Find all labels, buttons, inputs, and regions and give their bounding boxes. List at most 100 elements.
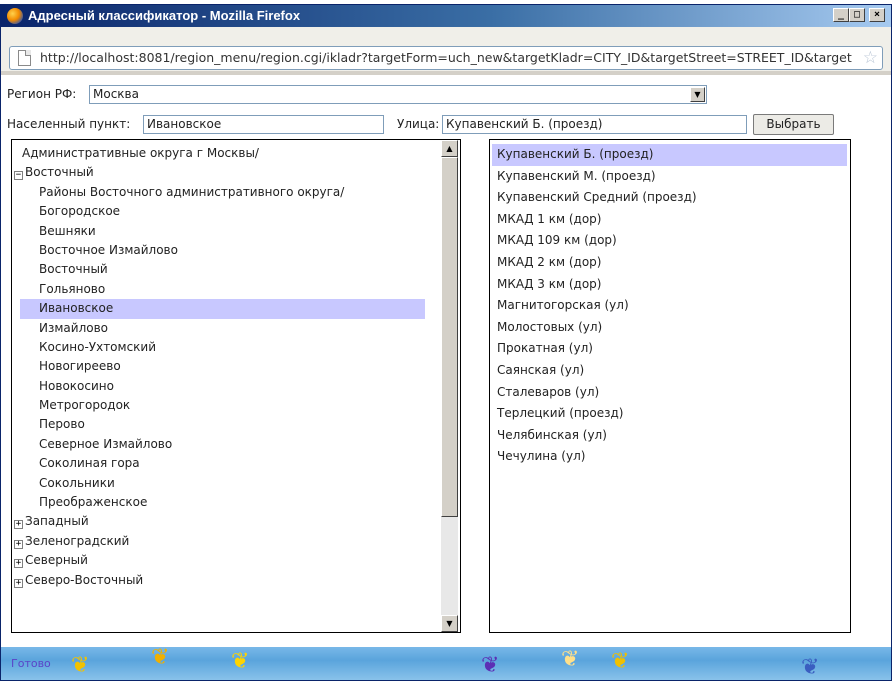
tree-item-label: Гольяново [39,281,106,296]
street-item[interactable]: МКАД 109 км (дор) [490,230,850,252]
tree-item-label: Новокосино [39,378,114,393]
butterfly-decoration: ❦ [481,653,500,678]
butterfly-decoration: ❦ [801,655,820,680]
tree-item-label: Богородское [39,204,121,219]
tree-item[interactable]: Перово [12,415,442,434]
tree-item[interactable]: Измайлово [12,319,442,338]
tree-item[interactable]: Преображенское [12,493,442,512]
status-bar: Готово ❦ ❦ ❦ ❦ ❦ ❦ ❦ [1,647,891,680]
region-label: Регион РФ: [7,87,77,101]
title-bar[interactable]: Адресный классификатор - Mozilla Firefox… [1,5,891,27]
street-item-selected[interactable]: Купавенский Б. (проезд) [492,144,847,166]
url-text[interactable]: http://localhost:8081/region_menu/region… [40,50,855,65]
street-item[interactable]: Чечулина (ул) [490,446,850,468]
expand-icon[interactable]: + [14,520,23,530]
tree-item[interactable]: Восточное Измайлово [12,241,442,260]
street-item[interactable]: МКАД 3 км (дор) [490,274,850,296]
locality-input[interactable]: Ивановское [143,115,384,134]
tree-item-label: Восточный [25,165,94,180]
street-list-panel: Купавенский Б. (проезд) Купавенский М. (п… [489,139,851,633]
street-item[interactable]: Прокатная (ул) [490,338,850,360]
tree-item-label: Административные округа г Москвы/ [22,146,259,160]
collapse-icon[interactable]: − [14,171,23,181]
tree-item-label: Северо-Восточный [25,572,144,587]
expand-icon[interactable]: + [14,539,23,549]
butterfly-decoration: ❦ [71,653,90,678]
tree-item-label: Северный [25,553,88,568]
street-item[interactable]: Терлецкий (проезд) [490,403,850,425]
tree-group[interactable]: + Северный [12,551,442,570]
tree-item-label: Новогиреево [39,359,121,374]
tree-item[interactable]: Северное Измайлово [12,435,442,454]
window-title: Адресный классификатор - Mozilla Firefox [28,8,301,23]
chevron-down-icon[interactable]: ▼ [690,87,705,102]
tree-item-label: Метрогородок [39,398,131,413]
district-tree-panel: Административные округа г Москвы/− Восточ… [11,139,461,633]
tree-item[interactable]: Новогиреево [12,357,442,376]
url-bar[interactable]: http://localhost:8081/region_menu/region… [9,46,883,70]
region-select-value: Москва [93,87,139,101]
tree-item[interactable]: Вешняки [12,222,442,241]
tree-item-label: Соколиная гора [39,456,140,471]
close-button[interactable]: × [869,8,885,22]
tree-item-label: Вешняки [39,223,96,238]
tree-item[interactable]: Косино-Ухтомский [12,338,442,357]
street-label: Улица: [397,117,440,131]
street-item[interactable]: МКАД 1 км (дор) [490,209,850,231]
page-content: Регион РФ: Москва ▼ Населенный пункт: Ив… [1,75,891,647]
scrollbar[interactable]: ▲ ▼ [441,140,458,632]
tree-item-label: Зеленоградский [25,533,130,548]
select-button[interactable]: Выбрать [753,114,834,135]
locality-label: Населенный пункт: [7,117,131,131]
butterfly-decoration: ❦ [231,649,250,674]
region-select[interactable]: Москва ▼ [89,85,707,104]
tree-item[interactable]: Соколиная гора [12,454,442,473]
street-item[interactable]: Челябинская (ул) [490,425,850,447]
navigation-bar: http://localhost:8081/region_menu/region… [1,27,891,71]
tree-item[interactable]: Административные округа г Москвы/ [12,144,442,163]
street-item[interactable]: Сталеваров (ул) [490,382,850,404]
tree-group[interactable]: + Западный [12,512,442,531]
tree-item[interactable]: Районы Восточного административного окру… [12,183,442,202]
tree-item-label: Районы Восточного административного окру… [39,184,345,199]
tree-item-label: Косино-Ухтомский [39,339,157,354]
tree-item[interactable]: Сокольники [12,474,442,493]
page-icon [18,50,31,66]
browser-window: Адресный классификатор - Mozilla Firefox… [0,4,892,681]
tree-item-selected[interactable]: Ивановское [20,299,425,319]
expand-icon[interactable]: + [14,559,23,569]
tree-item-label: Западный [25,514,89,529]
scrollbar-thumb[interactable] [441,157,458,517]
tree-item[interactable]: Гольяново [12,280,442,299]
tree-item-label: Сокольники [39,475,115,490]
tree-item[interactable]: Восточный [12,260,442,279]
tree-item-label: Измайлово [39,320,108,335]
minimize-button[interactable]: _ [833,8,849,22]
street-item[interactable]: Купавенский Средний (проезд) [490,187,850,209]
tree-item-label: Преображенское [39,495,148,510]
tree-item[interactable]: Метрогородок [12,396,442,415]
maximize-button[interactable]: □ [849,8,865,22]
tree-item-label: Северное Измайлово [39,436,173,451]
tree-group[interactable]: + Северо-Восточный [12,571,442,590]
tree-item-label: Восточное Измайлово [39,242,178,257]
street-item[interactable]: МКАД 2 км (дор) [490,252,850,274]
butterfly-decoration: ❦ [151,647,170,670]
butterfly-decoration: ❦ [611,649,630,674]
street-item[interactable]: Молостовых (ул) [490,317,850,339]
tree-item[interactable]: Богородское [12,202,442,221]
scroll-down-icon[interactable]: ▼ [441,615,458,632]
tree-group[interactable]: + Зеленоградский [12,532,442,551]
tree-item-label: Ивановское [39,301,114,316]
tree-item[interactable]: Новокосино [12,377,442,396]
street-item[interactable]: Саянская (ул) [490,360,850,382]
tree-group[interactable]: − Восточный [12,163,442,182]
expand-icon[interactable]: + [14,578,23,588]
street-item[interactable]: Купавенский М. (проезд) [490,166,850,188]
street-item[interactable]: Магнитогорская (ул) [490,295,850,317]
scroll-up-icon[interactable]: ▲ [441,140,458,157]
street-input[interactable]: Купавенский Б. (проезд) [442,115,747,134]
star-icon[interactable]: ☆ [863,48,878,68]
tree-item-label: Восточный [39,262,108,277]
butterfly-decoration: ❦ [561,647,580,672]
